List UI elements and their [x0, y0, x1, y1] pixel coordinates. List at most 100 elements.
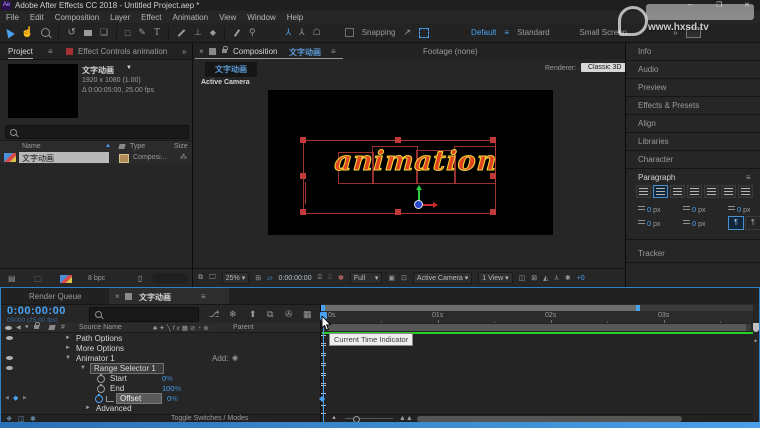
selection-handle[interactable] [300, 173, 306, 179]
row-end[interactable]: End 100% [2, 383, 321, 393]
pixel-aspect-icon[interactable]: ⊠ [531, 274, 537, 282]
camera-settings-icon[interactable]: ◫ [519, 274, 526, 282]
comp-canvas[interactable]: animation [268, 90, 553, 235]
column-type[interactable]: Type [130, 143, 145, 150]
panel-character[interactable]: Character [626, 151, 760, 169]
sort-ascending-icon[interactable]: ▲ [105, 143, 111, 149]
selection-handle[interactable] [490, 137, 496, 143]
renderer-button[interactable]: Classic 3D [581, 63, 628, 72]
eye-icon[interactable] [6, 336, 13, 340]
close-button[interactable]: ✕ [744, 1, 750, 9]
selection-handle[interactable] [395, 209, 401, 215]
panel-tracker[interactable]: Tracker [626, 245, 760, 263]
rotate-tool[interactable]: ↺ [67, 27, 75, 38]
property-value[interactable]: 0% [162, 374, 173, 383]
new-folder-icon[interactable]: 🗀 [34, 274, 42, 288]
selection-handle[interactable] [490, 173, 496, 179]
property-label[interactable]: Advanced [96, 404, 132, 413]
panel-align[interactable]: Align [626, 115, 760, 133]
align-left-button[interactable] [636, 185, 651, 198]
space-after-field[interactable]: 0 px [683, 219, 706, 228]
justify-all-button[interactable] [738, 185, 753, 198]
row-animator-1[interactable]: ▼ Animator 1 Add: ◉ [2, 353, 321, 363]
workspace-overflow[interactable]: » [673, 28, 677, 37]
magnification-dropdown[interactable]: 25% ▾ [222, 272, 249, 284]
graph-editor-icon[interactable]: ▦ [303, 309, 312, 320]
workspace-standard[interactable]: Standard [517, 28, 549, 37]
row-advanced[interactable]: ► Advanced [2, 403, 321, 413]
indent-first-field[interactable]: 0 px [728, 205, 751, 214]
menu-layer[interactable]: Layer [110, 13, 130, 22]
comp-timecode[interactable]: 0:00:00:00 [279, 275, 312, 282]
comp-button-icon[interactable]: ✦ [753, 338, 758, 345]
camera-tool[interactable] [84, 30, 92, 36]
lock-column-icon[interactable] [34, 325, 39, 329]
fast-previews-icon[interactable]: ◭ [543, 274, 548, 282]
roto-brush-tool[interactable] [234, 29, 240, 37]
comp-tab-lock-icon[interactable] [222, 49, 227, 53]
item-label-chip[interactable] [119, 154, 129, 163]
audio-column-icon[interactable]: ◀ [16, 324, 21, 331]
work-area-end-handle[interactable] [746, 324, 751, 331]
expression-graph-icon[interactable] [106, 396, 114, 402]
justify-last-right-button[interactable] [721, 185, 736, 198]
tab-composition[interactable]: Composition [233, 47, 277, 56]
snap-bounds-icon[interactable] [419, 28, 429, 38]
tab-composition-comp-name[interactable]: 文字动画 [289, 47, 321, 58]
viewer-comp-tab[interactable]: 文字动画 [205, 62, 257, 77]
property-label[interactable]: Animator 1 [76, 354, 115, 363]
align-center-button[interactable] [653, 185, 668, 198]
reset-exposure-icon[interactable]: ✱ [565, 274, 571, 282]
twirl-icon[interactable]: ► [65, 335, 71, 341]
toggle-switches-label[interactable]: Toggle Switches / Modes [171, 415, 248, 422]
view-layout-camera-dropdown[interactable]: Active Camera ▾ [413, 272, 472, 284]
panel-paragraph-title[interactable]: Paragraph [638, 173, 675, 182]
property-label[interactable]: Path Options [76, 334, 122, 343]
selection-tool[interactable] [3, 27, 15, 39]
pen-tool[interactable]: ✎ [138, 27, 146, 38]
property-label[interactable]: Start [110, 374, 127, 383]
stopwatch-icon[interactable] [97, 385, 105, 393]
mask-visibility-icon[interactable]: ▱ [267, 274, 272, 282]
row-offset[interactable]: ◀ ◆ ▶ Offset 0% [2, 393, 321, 403]
tab-footage[interactable]: Footage (none) [423, 47, 478, 56]
local-axis-mode[interactable]: ⅄ [286, 27, 292, 38]
zoom-out-mountain-icon[interactable]: ▲ [331, 415, 337, 421]
type-tool[interactable]: T [154, 27, 160, 38]
anchor-point[interactable] [414, 200, 423, 209]
selection-handle[interactable] [300, 209, 306, 215]
menu-composition[interactable]: Composition [55, 13, 99, 22]
minimize-button[interactable]: – [688, 0, 692, 9]
tab-project[interactable]: Project [8, 47, 33, 59]
parent-column[interactable]: Parent [233, 324, 254, 331]
twirl-icon[interactable]: ► [65, 345, 71, 351]
main-monitor-icon[interactable]: 🖵 [209, 274, 216, 282]
selection-handle[interactable] [395, 137, 401, 143]
world-axis-mode[interactable]: ⅄ [299, 27, 305, 38]
comp-tab-close-icon[interactable]: × [199, 47, 204, 56]
canvas-text[interactable]: animation [325, 146, 507, 177]
keyframe-prev-icon[interactable]: ◀ [5, 395, 9, 401]
grid-options-icon[interactable]: ⊞ [255, 274, 261, 282]
puppet-pin-tool[interactable]: ⚲ [249, 27, 256, 38]
axis-gizmo-x[interactable] [422, 204, 433, 206]
text-direction-rtl-button[interactable]: ¶ [745, 216, 760, 230]
animator-add-label[interactable]: Add: [212, 354, 228, 363]
zoom-in-mountain-icon[interactable]: ▲▲ [399, 415, 413, 422]
menu-file[interactable]: File [6, 13, 19, 22]
property-value[interactable]: 100% [162, 384, 181, 393]
brush-tool[interactable] [178, 29, 186, 37]
menu-animation[interactable]: Animation [172, 13, 208, 22]
source-name-column[interactable]: Source Name [79, 324, 122, 331]
timeline-panel-menu-icon[interactable]: ≡ [201, 292, 206, 301]
snapshot-icon[interactable]: ⌻ [318, 274, 322, 282]
label-column-icon[interactable] [118, 144, 125, 149]
project-tab-overflow[interactable]: » [182, 47, 186, 56]
snap-features-icon[interactable]: ↗ [404, 27, 412, 38]
property-value[interactable]: 0% [167, 394, 178, 403]
transparency-grid-icon[interactable]: ⊡ [401, 274, 407, 282]
project-comp-name[interactable]: 文字动画 [82, 65, 114, 76]
new-composition-icon[interactable] [60, 275, 72, 283]
timeline-tab-close-icon[interactable]: × [115, 292, 120, 301]
panel-info[interactable]: Info [626, 43, 760, 61]
